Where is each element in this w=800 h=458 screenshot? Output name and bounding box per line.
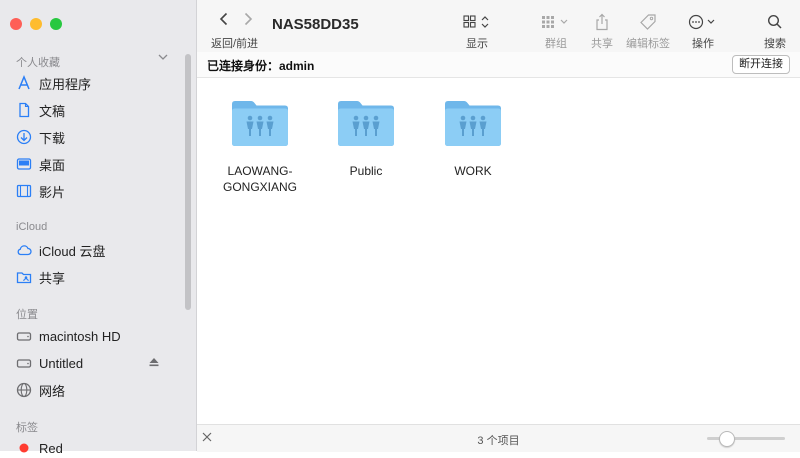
item-count: 3 个项目 [477, 435, 520, 447]
disk-icon [16, 355, 32, 371]
toolbar: 返回/前进 NAS58DD35 显示 群组 共享 编辑标签 操作 搜索 [197, 0, 800, 53]
action-button[interactable]: 操作 [685, 12, 721, 51]
edit-tags-label: 编辑标签 [626, 38, 670, 50]
nav-arrows [219, 12, 253, 26]
zoom-button[interactable] [50, 18, 62, 30]
globe-icon [16, 382, 32, 398]
sidebar-item-label: 桌面 [39, 157, 66, 173]
disk-icon [16, 328, 32, 344]
sidebar-item-label: Untitled [39, 355, 84, 371]
sidebar-item-documents[interactable]: 文稿 [16, 100, 65, 120]
tag-color-dot [16, 440, 32, 456]
sidebar-item-network[interactable]: 网络 [16, 380, 65, 400]
shared-folder-icon [232, 101, 288, 146]
applications-icon [16, 75, 32, 91]
sidebar-item-icloud-drive[interactable]: iCloud 云盘 [16, 240, 105, 260]
folder-item-laowang-gongxiang[interactable]: LAOWANG-GONGXIANG [215, 98, 305, 195]
icon-size-slider-knob[interactable] [719, 431, 735, 447]
share-button[interactable]: 共享 [587, 12, 617, 51]
folder-item-work[interactable]: WORK [428, 98, 518, 179]
section-locations: 位置 [16, 309, 38, 321]
sidebar-item-tag-red[interactable]: Red [16, 438, 63, 458]
sidebar-item-label: Red [39, 440, 63, 456]
sidebar-item-label: 应用程序 [39, 76, 92, 92]
sidebar-item-label: 共享 [39, 270, 66, 286]
forward-icon[interactable] [243, 12, 253, 26]
status-bar: 3 个项目 [197, 424, 800, 452]
desktop-icon [16, 156, 32, 172]
window-controls [10, 18, 62, 30]
sidebar-item-macintosh-hd[interactable]: macintosh HD [16, 326, 121, 346]
folder-name: WORK [454, 164, 492, 178]
close-button[interactable] [10, 18, 22, 30]
sidebar: 个人收藏 应用程序 文稿 下载 桌面 影片 iCloud iCloud 云盘 共… [0, 0, 197, 456]
search-icon [767, 14, 782, 29]
back-icon[interactable] [219, 12, 229, 26]
finder-window: 个人收藏 应用程序 文稿 下载 桌面 影片 iCloud iCloud 云盘 共… [0, 0, 800, 456]
sidebar-item-untitled[interactable]: Untitled [16, 353, 83, 373]
view-button[interactable]: 显示 [459, 12, 495, 51]
sidebar-item-label: 下载 [39, 130, 66, 146]
share-icon [596, 13, 608, 31]
edit-tags-button[interactable]: 编辑标签 [623, 12, 673, 51]
sidebar-item-label: 影片 [39, 184, 66, 200]
section-favorites: 个人收藏 [16, 57, 60, 69]
shared-folder-icon [445, 101, 501, 146]
sidebar-item-movies[interactable]: 影片 [16, 181, 65, 201]
action-label: 操作 [692, 38, 714, 50]
window-title: NAS58DD35 [272, 16, 359, 33]
ellipsis-circle-icon [688, 14, 715, 30]
folder-item-public[interactable]: Public [321, 98, 411, 179]
sidebar-item-desktop[interactable]: 桌面 [16, 154, 65, 174]
sidebar-item-label: iCloud 云盘 [39, 243, 106, 259]
search-label: 搜索 [764, 38, 786, 50]
group-label: 群组 [545, 38, 567, 50]
share-label: 共享 [591, 38, 613, 50]
sidebar-item-applications[interactable]: 应用程序 [16, 73, 91, 93]
sidebar-item-downloads[interactable]: 下载 [16, 127, 65, 147]
folder-name: LAOWANG-GONGXIANG [222, 164, 297, 194]
file-browser: LAOWANG-GONGXIANG Public WORK [197, 78, 800, 424]
search-button[interactable]: 搜索 [760, 12, 790, 51]
view-label: 显示 [466, 38, 488, 50]
download-icon [16, 129, 32, 145]
shared-folder-icon [16, 269, 32, 285]
group-icon [542, 16, 568, 28]
tag-icon [640, 14, 656, 30]
sidebar-item-shared[interactable]: 共享 [16, 267, 65, 287]
eject-icon[interactable] [148, 356, 160, 368]
section-icloud: iCloud [16, 221, 48, 233]
document-icon [16, 102, 32, 118]
connected-as-label: 已连接身份：admin [207, 59, 315, 73]
shared-folder-icon [338, 101, 394, 146]
nav-label: 返回/前进 [211, 38, 259, 50]
chevron-down-icon[interactable] [158, 52, 168, 62]
disconnect-button[interactable]: 断开连接 [732, 55, 790, 74]
film-icon [16, 183, 32, 199]
sidebar-item-label: 网络 [39, 383, 66, 399]
section-tags: 标签 [16, 422, 38, 434]
minimize-button[interactable] [30, 18, 42, 30]
sidebar-scrollbar[interactable] [185, 54, 191, 310]
connection-bar: 已连接身份：admin 断开连接 [197, 52, 800, 78]
folder-name: Public [349, 164, 383, 178]
group-button[interactable]: 群组 [537, 12, 575, 51]
cloud-icon [16, 242, 32, 258]
sidebar-item-label: 文稿 [39, 103, 66, 119]
grid-view-icon [463, 15, 489, 28]
sidebar-item-label: macintosh HD [39, 328, 121, 344]
